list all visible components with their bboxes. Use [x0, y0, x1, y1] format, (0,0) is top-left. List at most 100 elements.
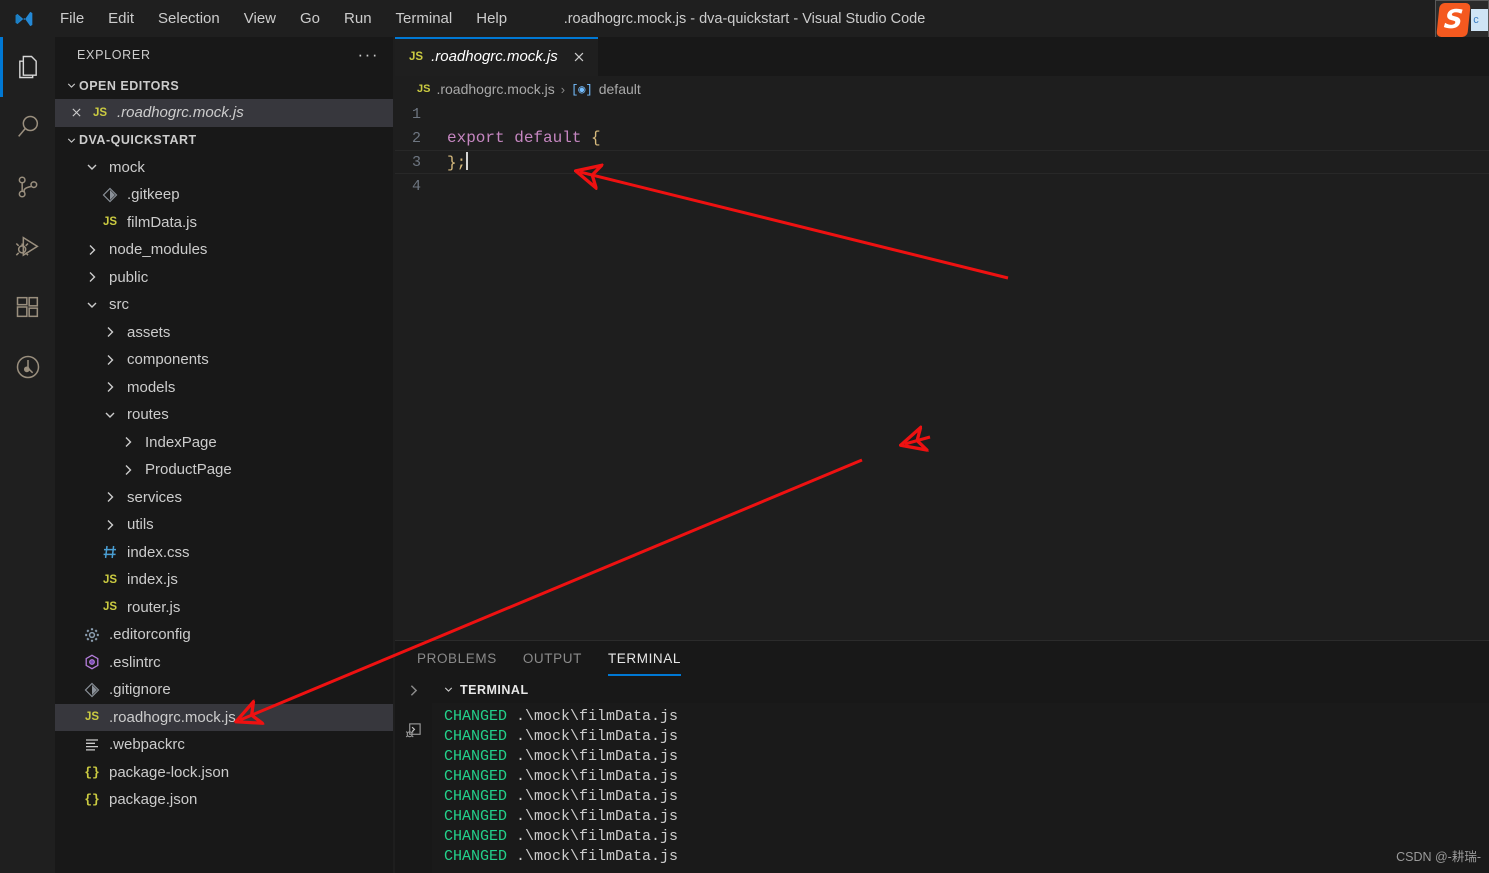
tree-folder-services[interactable]: services: [55, 484, 393, 512]
tree-file-index-css[interactable]: index.css: [55, 539, 393, 567]
tree-file-gitignore[interactable]: .gitignore: [55, 676, 393, 704]
tree-file-eslintrc[interactable]: .eslintrc: [55, 649, 393, 677]
activity-source-control-button[interactable]: [0, 157, 55, 217]
activity-extensions-button[interactable]: [0, 277, 55, 337]
chevron-right-icon[interactable]: [117, 462, 139, 478]
tree-folder-routes[interactable]: routes: [55, 401, 393, 429]
terminal-status-tag: CHANGED: [444, 828, 508, 845]
sogou-logo-icon: S: [1436, 3, 1472, 37]
chevron-down-icon[interactable]: [81, 297, 103, 313]
ime-mode-bar[interactable]: c: [1471, 9, 1488, 31]
css-file-icon: [99, 544, 121, 560]
menu-item-terminal[interactable]: Terminal: [384, 6, 465, 31]
title-bar: File Edit Selection View Go Run Terminal…: [0, 0, 1489, 40]
terminal-status-tag: CHANGED: [444, 808, 508, 825]
code-text: };: [447, 152, 469, 172]
breadcrumb[interactable]: JS .roadhogrc.mock.js › [◉] default: [395, 76, 1489, 102]
tree-folder-productpage[interactable]: ProductPage: [55, 456, 393, 484]
tree-folder-mock[interactable]: mock: [55, 154, 393, 182]
chevron-right-icon[interactable]: [99, 379, 121, 395]
tree-folder-src[interactable]: src: [55, 291, 393, 319]
line-number: 1: [411, 105, 421, 123]
tree-file-router-js[interactable]: JS router.js: [55, 594, 393, 622]
terminal-debug-icon[interactable]: [405, 722, 422, 744]
chevron-right-icon[interactable]: [99, 517, 121, 533]
close-icon[interactable]: [566, 50, 586, 64]
code-line[interactable]: 2 export default {: [395, 126, 1489, 150]
code-line[interactable]: 1: [395, 102, 1489, 126]
tree-item-label: package.json: [109, 791, 198, 809]
chevron-right-icon[interactable]: [117, 434, 139, 450]
tree-file-roadhogrc-mock-js[interactable]: JS .roadhogrc.mock.js: [55, 703, 393, 731]
menu-item-run[interactable]: Run: [332, 6, 384, 31]
tree-file-gitkeep[interactable]: .gitkeep: [55, 181, 393, 209]
tree-folder-models[interactable]: models: [55, 374, 393, 402]
menu-item-edit[interactable]: Edit: [96, 6, 146, 31]
js-file-icon: JS: [102, 216, 118, 229]
breadcrumb-file[interactable]: .roadhogrc.mock.js: [436, 81, 554, 97]
terminal-file-path: .\mock\filmData.js: [516, 848, 679, 865]
activity-timeline-button[interactable]: [0, 337, 55, 397]
tree-folder-indexpage[interactable]: IndexPage: [55, 429, 393, 457]
menu-bar[interactable]: File Edit Selection View Go Run Terminal…: [48, 6, 519, 31]
breadcrumb-symbol[interactable]: default: [599, 81, 641, 97]
tree-file-webpackrc[interactable]: .webpackrc: [55, 731, 393, 759]
section-open-editors[interactable]: OPEN EDITORS: [55, 72, 393, 99]
tab-problems[interactable]: PROBLEMS: [417, 641, 497, 676]
menu-item-go[interactable]: Go: [288, 6, 332, 31]
chevron-down-icon[interactable]: [99, 407, 121, 423]
tree-item-label: router.js: [127, 598, 181, 616]
tree-folder-components[interactable]: components: [55, 346, 393, 374]
chevron-right-icon[interactable]: [99, 352, 121, 368]
code-line[interactable]: 4: [395, 174, 1489, 198]
terminal-body: TERMINAL CHANGED .\mock\filmData.js CHANG…: [395, 676, 1489, 873]
sogou-ime-badge[interactable]: S c: [1435, 0, 1489, 40]
open-editor-item[interactable]: JS .roadhogrc.mock.js: [55, 99, 393, 127]
chevron-right-icon[interactable]: [99, 489, 121, 505]
tree-item-label: src: [109, 296, 129, 314]
menu-item-view[interactable]: View: [232, 6, 288, 31]
activity-explorer-button[interactable]: [0, 37, 55, 97]
section-workspace[interactable]: DVA-QUICKSTART: [55, 127, 393, 154]
line-number: 2: [411, 129, 421, 147]
chevron-down-icon[interactable]: [81, 159, 103, 175]
tab-output[interactable]: OUTPUT: [523, 641, 582, 676]
terminal-file-path: .\mock\filmData.js: [516, 828, 679, 845]
activity-search-button[interactable]: [0, 97, 55, 157]
terminal-line: CHANGED .\mock\filmData.js: [444, 848, 1489, 868]
terminal-header[interactable]: TERMINAL: [432, 676, 1489, 703]
file-tree: mock .gitkeep JS filmData.js node_modules pub…: [55, 154, 393, 814]
more-actions-icon[interactable]: ···: [358, 46, 379, 63]
code-line[interactable]: 3};: [395, 150, 1489, 174]
code-editor[interactable]: 1 2 export default { 3}; 4: [395, 102, 1489, 640]
close-icon[interactable]: [63, 106, 89, 119]
activity-run-debug-button[interactable]: [0, 217, 55, 277]
tree-file-filmdata-js[interactable]: JS filmData.js: [55, 209, 393, 237]
editor-tab[interactable]: JS .roadhogrc.mock.js: [395, 37, 598, 76]
menu-item-file[interactable]: File: [48, 6, 96, 31]
chevron-right-icon[interactable]: [81, 269, 103, 285]
tree-file-index-js[interactable]: JS index.js: [55, 566, 393, 594]
tree-folder-assets[interactable]: assets: [55, 319, 393, 347]
tree-folder-public[interactable]: public: [55, 264, 393, 292]
code-text: export default {: [447, 129, 601, 147]
chevron-right-icon[interactable]: [99, 324, 121, 340]
tree-item-label: .webpackrc: [109, 736, 185, 754]
tree-item-label: .editorconfig: [109, 626, 191, 644]
tree-item-label: mock: [109, 158, 145, 176]
terminal-main[interactable]: TERMINAL CHANGED .\mock\filmData.js CHANG…: [432, 676, 1489, 873]
tree-folder-utils[interactable]: utils: [55, 511, 393, 539]
tab-terminal[interactable]: TERMINAL: [607, 641, 682, 676]
terminal-line: CHANGED .\mock\filmData.js: [444, 748, 1489, 768]
tree-file-package-lock-json[interactable]: {} package-lock.json: [55, 759, 393, 787]
vscode-logo: [0, 9, 48, 29]
chevron-right-icon[interactable]: [81, 242, 103, 258]
tree-file-package-json[interactable]: {} package.json: [55, 786, 393, 814]
editor-area: JS .roadhogrc.mock.js JS .roadhogrc.mock…: [395, 37, 1489, 640]
menu-item-selection[interactable]: Selection: [146, 6, 232, 31]
tree-file-editorconfig[interactable]: .editorconfig: [55, 621, 393, 649]
tree-folder-node-modules[interactable]: node_modules: [55, 236, 393, 264]
chevron-right-icon[interactable]: [405, 682, 422, 704]
menu-item-help[interactable]: Help: [464, 6, 519, 31]
terminal-status-tag: CHANGED: [444, 728, 508, 745]
